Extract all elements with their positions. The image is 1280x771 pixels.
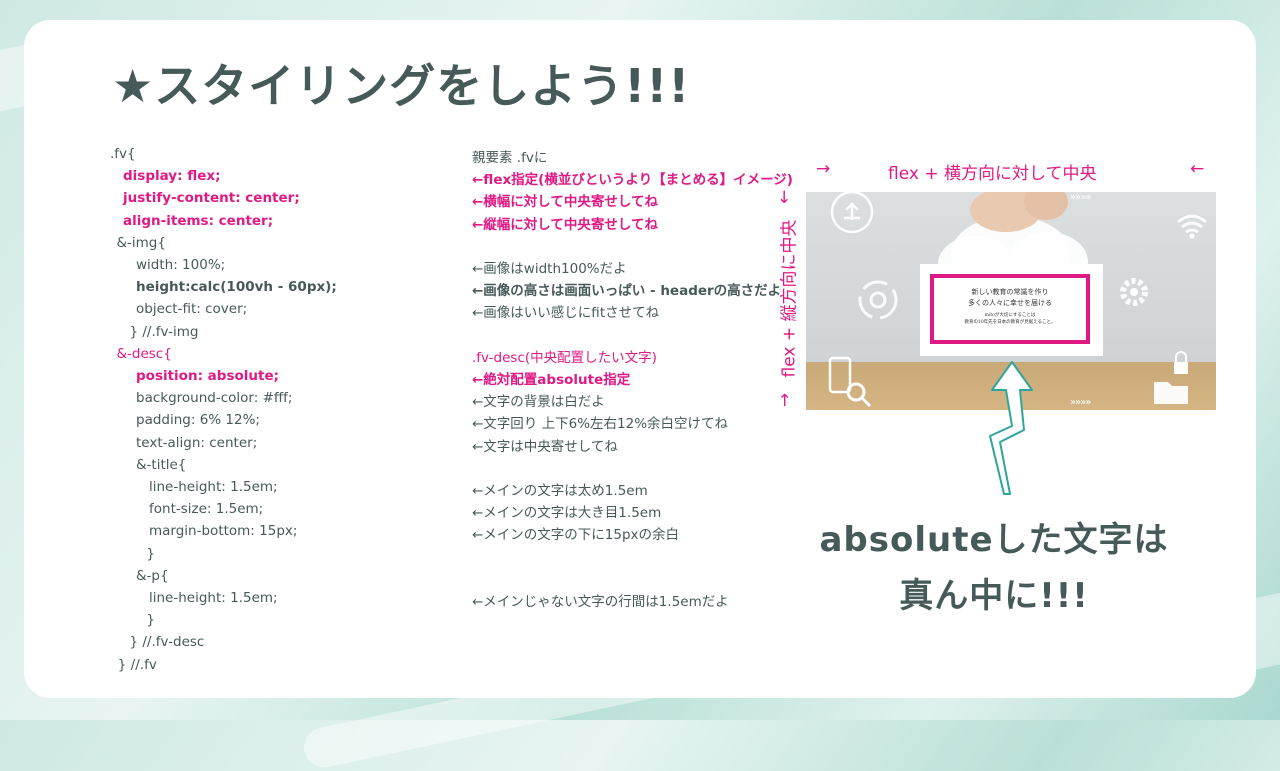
- code-text: height:calc(100vh - 60px);: [136, 279, 337, 296]
- code-text: } //.fv-desc: [129, 634, 205, 651]
- code-text: background-color: #fff;: [136, 390, 293, 407]
- conclusion-message: absoluteした文字は 真ん中に!!!: [784, 512, 1204, 624]
- code-text: font-size: 1.5em;: [149, 501, 264, 518]
- code-text: text-align: center;: [136, 434, 258, 451]
- code-text: &-p{: [136, 567, 169, 584]
- code-text: object-fit: cover;: [136, 301, 248, 318]
- code-text: margin-bottom: 15px;: [149, 523, 298, 540]
- fv-desc-title: 新しい教育の常識を作り 多くの人々に幸せを届ける: [934, 287, 1086, 309]
- code-note: ←横幅に対して中央寄せしてね: [472, 194, 659, 211]
- code-text: line-height: 1.5em;: [149, 590, 278, 606]
- code-note: .fv-desc(中央配置したい文字): [472, 349, 657, 366]
- code-note: 親要素 .fvに: [472, 150, 548, 166]
- code-note: ←文字は中央寄せしてね: [472, 438, 618, 455]
- code-note: ←文字回り 上下6%左右12%余白空けてね: [472, 416, 729, 433]
- code-note: ←縦幅に対して中央寄せしてね: [472, 216, 659, 233]
- code-note: ←文字の背景は白だよ: [472, 394, 605, 411]
- code-text: &-img{: [116, 234, 166, 251]
- slide-title: ★スタイリングをしよう!!!: [112, 59, 691, 113]
- fv-desc-title-line: 新しい教育の常識を作り: [971, 288, 1049, 296]
- conclusion-line: 真ん中に!!!: [899, 576, 1089, 616]
- code-text: &-desc{: [116, 345, 172, 362]
- code-note: ←メインの文字は太め1.5em: [472, 483, 648, 499]
- fv-desc-box: 新しい教育の常識を作り 多くの人々に幸せを届ける mitoが大切にすることは 教…: [920, 264, 1103, 356]
- code-note: ←メインの文字は大き目1.5em: [472, 505, 662, 522]
- fv-desc-text-line: 教育の10年先を日本の教育が見据えること。: [964, 320, 1056, 325]
- arrow-left-icon: ←: [1190, 159, 1205, 179]
- code-note: ←絶対配置absolute指定: [472, 372, 631, 388]
- arrow-down-icon: ↓: [777, 188, 792, 208]
- code-text: line-height: 1.5em;: [149, 479, 278, 495]
- code-text: align-items: center;: [123, 212, 274, 229]
- fv-desc-text-line: mitoが大切にすることは: [984, 313, 1036, 318]
- code-text: width: 100%;: [136, 257, 226, 273]
- code-text: position: absolute;: [136, 368, 279, 384]
- horizontal-center-label: flex + 横方向に対して中央: [888, 164, 1097, 184]
- code-note: ←画像はいい感じにfitさせてね: [472, 305, 660, 322]
- fv-desc-highlight: 新しい教育の常識を作り 多くの人々に幸せを届ける mitoが大切にすることは 教…: [930, 274, 1090, 344]
- code-note: ←画像の高さは画面いっぱい - headerの高さだよ: [472, 283, 782, 300]
- fv-desc-title-line: 多くの人々に幸せを届ける: [968, 299, 1052, 307]
- code-text: .fv{: [110, 146, 136, 162]
- vertical-center-label: flex + 縦方向に中央: [779, 219, 800, 378]
- code-text: }: [146, 612, 155, 629]
- slide-card: ★スタイリングをしよう!!! .fv{ 親要素 .fvに display: flex…: [24, 20, 1256, 698]
- code-note: ←flex指定(横並びというより【まとめる】イメージ): [472, 172, 793, 189]
- code-note: ←メインの文字の下に15pxの余白: [472, 527, 680, 544]
- code-text: }: [146, 545, 155, 562]
- code-note: ←メインじゃない文字の行間は1.5emだよ: [472, 594, 729, 610]
- code-text: &-title{: [136, 456, 187, 473]
- conclusion-line: absoluteした文字は: [819, 520, 1169, 560]
- code-text: justify-content: center;: [123, 190, 300, 207]
- arrow-up-icon: →: [775, 392, 796, 408]
- code-text: padding: 6% 12%;: [136, 412, 260, 429]
- arrow-right-icon: →: [816, 159, 831, 179]
- code-note: ←画像はwidth100%だよ: [472, 261, 627, 277]
- code-text: } //.fv: [117, 656, 157, 673]
- code-text: display: flex;: [123, 168, 221, 185]
- lightning-arrow-icon: [989, 361, 1033, 495]
- fv-desc-text: mitoが大切にすることは 教育の10年先を日本の教育が見据えること。: [934, 312, 1086, 326]
- chevrons-decoration: »»»»: [1070, 192, 1092, 203]
- chevrons-decoration: »»»»: [1070, 397, 1092, 408]
- code-text: } //.fv-img: [129, 323, 199, 340]
